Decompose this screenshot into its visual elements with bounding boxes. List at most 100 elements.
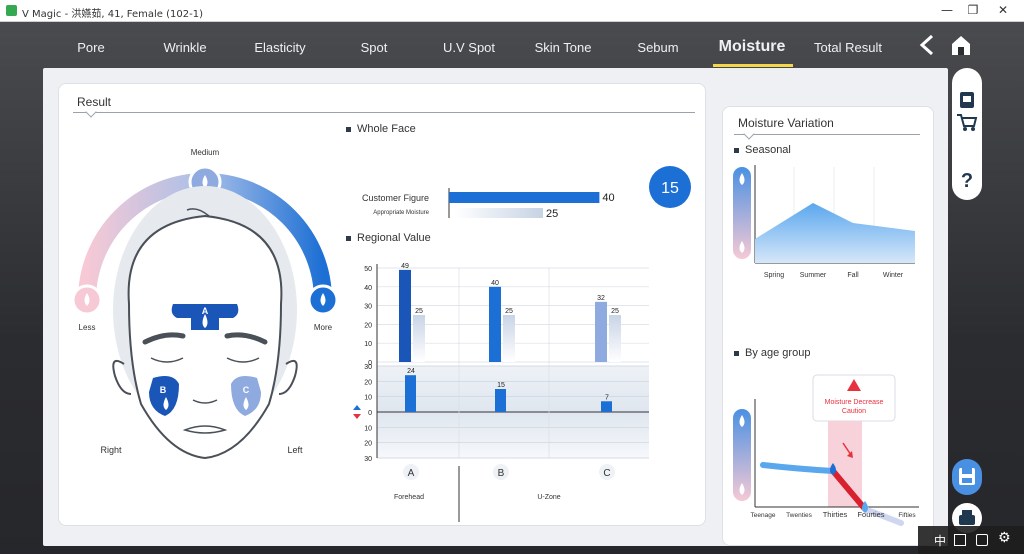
zone-a-appropriate-label: 25	[415, 308, 423, 315]
tab-pore[interactable]: Pore	[77, 40, 104, 55]
regional-bottom-tick-label: 20	[364, 441, 372, 448]
face-left-label: Left	[287, 445, 303, 455]
zone-b-letter: B	[498, 468, 505, 479]
zone-a-letter: A	[408, 468, 415, 479]
close-button[interactable]: ✕	[988, 3, 1018, 17]
zone-c-letter: C	[603, 468, 610, 479]
appropriate-moisture-bar	[455, 208, 543, 218]
system-tray: 中 ⚙	[918, 526, 1024, 554]
zone-a-value-bar	[399, 269, 411, 362]
zone-b-value-bar	[489, 286, 501, 362]
tab-moisture[interactable]: Moisture	[719, 38, 786, 56]
appropriate-moisture-value: 25	[546, 208, 558, 218]
season-label-spring: Spring	[764, 272, 784, 279]
forehead-label: Forehead	[394, 494, 424, 501]
increase-arrow-icon	[353, 405, 361, 410]
home-button[interactable]	[950, 34, 972, 56]
gauge-less-label: Less	[79, 323, 96, 332]
back-button[interactable]	[916, 32, 940, 58]
title-bar: V Magic - 洪嬿茹, 41, Female (102-1) — ❐ ✕	[0, 0, 1024, 22]
regional-value-chart: Forehead U-Zone 504030201003020100102030…	[353, 263, 649, 522]
zone-a-difference-bar	[405, 375, 416, 412]
window-title: V Magic - 洪嬿茹, 41, Female (102-1)	[22, 9, 204, 20]
cart-button[interactable]	[956, 112, 978, 132]
whole-face-label: Whole Face	[346, 123, 416, 135]
regional-bottom-tick-label: 10	[364, 395, 372, 402]
face-illustration	[112, 186, 298, 460]
app-stage: Pore Wrinkle Elasticity Spot U.V Spot Sk…	[0, 22, 1024, 554]
tab-uv-spot[interactable]: U.V Spot	[443, 40, 495, 55]
zone-c-difference-label: 7	[605, 394, 609, 401]
zone-b-difference-bar	[495, 389, 506, 412]
regional-value-label: Regional Value	[346, 232, 431, 244]
zone-c-appropriate-label: 25	[611, 308, 619, 315]
tab-sebum[interactable]: Sebum	[637, 40, 678, 55]
face-right-label: Right	[100, 445, 122, 455]
age-label-fifties: Fifties	[898, 512, 916, 519]
home-icon	[952, 36, 970, 55]
regional-bottom-tick-label: 30	[364, 364, 372, 371]
gallery-icon	[960, 92, 974, 108]
zone-c-value-bar	[595, 301, 607, 362]
zone-b-appropriate-label: 25	[505, 308, 513, 315]
variation-title: Moisture Variation	[738, 116, 834, 130]
moisture-score: 15	[661, 180, 679, 197]
age-label-teenage: Teenage	[751, 512, 776, 519]
tab-spot[interactable]: Spot	[361, 40, 388, 55]
gauge-marker-more	[307, 284, 339, 316]
decrease-arrow-icon	[353, 414, 361, 419]
regional-top-tick-label: 50	[364, 266, 372, 273]
uzone-label: U-Zone	[537, 494, 560, 501]
tab-elasticity[interactable]: Elasticity	[254, 40, 305, 55]
variation-title-rule	[734, 134, 920, 135]
tab-wrinkle[interactable]: Wrinkle	[163, 40, 206, 55]
gauge-marker-less	[71, 284, 103, 316]
regional-top-tick-label: 20	[364, 322, 372, 329]
help-icon: ?	[961, 170, 973, 192]
moisture-variation-panel: Moisture Variation Seasonal Spring Summe…	[722, 106, 934, 546]
window-mode-icon[interactable]	[954, 534, 966, 546]
age-group-chart: Moisture Decrease Caution Teenage Twentie…	[733, 374, 919, 526]
callout-line2: Caution	[842, 408, 866, 415]
regional-top-tick-label: 40	[364, 285, 372, 292]
callout-line1: Moisture Decrease	[825, 399, 884, 406]
regional-top-tick-label: 10	[364, 341, 372, 348]
save-icon	[959, 468, 975, 485]
zone-a-label: A	[202, 306, 209, 316]
settings-icon[interactable]: ⚙	[998, 530, 1011, 546]
cart-icon	[957, 114, 978, 131]
age-label-twenties: Twenties	[786, 512, 812, 519]
save-button[interactable]	[952, 459, 982, 495]
network-icon[interactable]	[976, 534, 988, 546]
face-gauge-figure: Medium Less More A B C Right Left	[71, 148, 339, 460]
zone-a-difference-label: 24	[407, 368, 415, 375]
zone-b-difference-label: 15	[497, 382, 505, 389]
ime-indicator[interactable]: 中	[934, 532, 946, 549]
tab-total-result[interactable]: Total Result	[814, 40, 882, 55]
zone-c-appropriate-bar	[609, 315, 621, 362]
age-label-fourties: Fourties	[857, 510, 884, 519]
active-tab-underline	[713, 64, 793, 67]
regional-bottom-tick-label: 20	[364, 379, 372, 386]
tab-skin-tone[interactable]: Skin Tone	[535, 40, 592, 55]
svg-text:?: ?	[961, 170, 973, 192]
gauge-medium-label: Medium	[191, 148, 220, 157]
age-group-label: By age group	[734, 347, 810, 359]
main-nav: Pore Wrinkle Elasticity Spot U.V Spot Sk…	[0, 22, 1024, 67]
gallery-button[interactable]	[957, 90, 977, 110]
content-area: Result Medium Less More A B C Right Left…	[43, 68, 948, 546]
zone-c-value-label: 32	[597, 295, 605, 302]
season-label-summer: Summer	[800, 272, 827, 279]
app-icon	[6, 5, 17, 16]
appropriate-moisture-label: Appropriate Moisture	[373, 210, 429, 216]
seasonal-moisture-area	[755, 203, 915, 263]
regional-bottom-tick-label: 0	[368, 410, 372, 417]
zone-c-label: C	[243, 385, 250, 395]
restore-button[interactable]: ❐	[958, 3, 988, 17]
gauge-more-label: More	[314, 323, 333, 332]
help-button[interactable]: ?	[952, 160, 982, 200]
chevron-left-icon	[919, 34, 934, 56]
variation-title-notch	[743, 128, 755, 140]
season-label-winter: Winter	[883, 272, 904, 279]
age-moisture-line-stable	[760, 462, 836, 474]
